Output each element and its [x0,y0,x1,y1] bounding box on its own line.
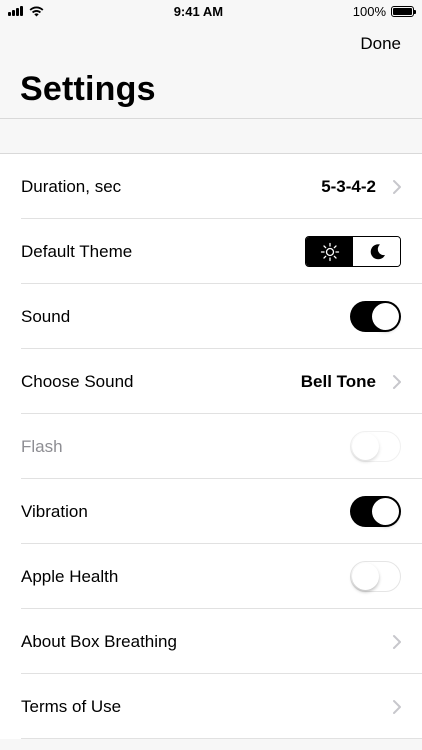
row-apple-health: Apple Health [0,544,422,609]
apple-health-toggle[interactable] [350,561,401,592]
wifi-icon [29,6,44,16]
battery-icon [391,5,416,17]
theme-segmented-control [305,236,401,267]
row-sound: Sound [0,284,422,349]
chevron-right-icon [393,374,401,389]
nav-divider [0,118,422,119]
vibration-toggle[interactable] [350,496,401,527]
terms-label: Terms of Use [21,696,122,716]
duration-value: 5-3-4-2 [321,176,376,196]
row-vibration: Vibration [0,479,422,544]
status-left [8,6,44,17]
row-choose-sound[interactable]: Choose Sound Bell Tone [0,349,422,414]
row-default-theme: Default Theme [0,219,422,284]
theme-light-segment[interactable] [306,237,353,266]
status-bar: 9:41 AM 100% [0,0,422,22]
vibration-label: Vibration [21,501,88,521]
cellular-signal-icon [8,6,23,16]
flash-label: Flash [21,436,63,456]
battery-percent: 100% [352,3,386,19]
choose-sound-label: Choose Sound [21,371,134,391]
apple-health-label: Apple Health [21,566,119,586]
navigation-bar: Done Settings [0,22,422,118]
moon-icon [370,243,385,259]
duration-label: Duration, sec [21,176,122,196]
settings-list: Duration, sec 5-3-4-2 Default Theme Soun… [0,153,422,739]
choose-sound-value: Bell Tone [300,371,376,391]
done-button[interactable]: Done [360,34,401,54]
default-theme-label: Default Theme [21,241,133,261]
row-duration[interactable]: Duration, sec 5-3-4-2 [0,154,422,219]
about-label: About Box Breathing [21,631,177,651]
sound-toggle[interactable] [350,301,401,332]
chevron-right-icon [393,699,401,714]
theme-dark-segment[interactable] [353,237,400,266]
sun-icon [320,242,339,261]
page-title: Settings [20,70,156,108]
row-about[interactable]: About Box Breathing [0,609,422,674]
status-right: 100% [352,3,416,19]
chevron-right-icon [393,179,401,194]
flash-toggle[interactable] [350,431,401,462]
status-time: 9:41 AM [173,3,224,19]
sound-label: Sound [21,306,71,326]
row-terms[interactable]: Terms of Use [0,674,422,739]
chevron-right-icon [393,634,401,649]
row-flash: Flash [0,414,422,479]
